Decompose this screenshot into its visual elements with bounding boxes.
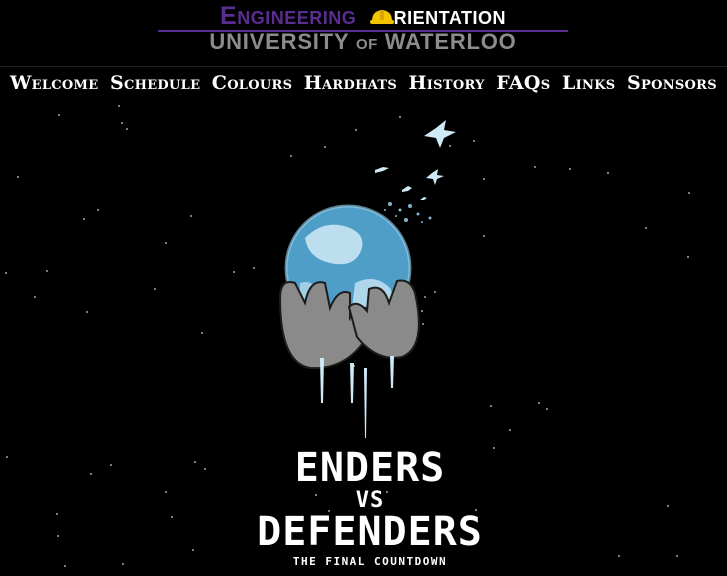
star-dot: [192, 549, 194, 551]
star-dot: [5, 272, 7, 274]
nav-links[interactable]: Links: [562, 72, 616, 94]
nav-history[interactable]: History: [409, 72, 485, 94]
star-dot: [569, 168, 571, 170]
star-dot: [121, 122, 123, 124]
event-title: ENDERS VS DEFENDERS THE FINAL COUNTDOWN: [240, 448, 500, 573]
star-dot: [56, 513, 58, 515]
star-dot: [6, 456, 8, 458]
star-dot: [64, 565, 66, 567]
star-dot: [57, 535, 59, 537]
star-dot: [154, 288, 156, 290]
star-dot: [483, 235, 485, 237]
star-dot: [58, 114, 60, 116]
logo-engineering-text: Engineering: [220, 2, 357, 30]
star-dot: [490, 405, 492, 407]
star-dot: [233, 271, 235, 273]
star-dot: [83, 218, 85, 220]
star-dot: [118, 105, 120, 107]
star-dot: [171, 516, 173, 518]
nav-hardhats[interactable]: Hardhats: [304, 72, 397, 94]
star-dot: [126, 128, 128, 130]
nav-welcome[interactable]: Welcome: [10, 72, 98, 94]
star-dot: [538, 402, 540, 404]
logo-engineering-orientation[interactable]: Engineering rientation: [158, 2, 568, 30]
logo-waterloo-text: WATERLOO: [384, 29, 517, 54]
logo-university-of-waterloo: UNIVERSITY OF WATERLOO: [158, 29, 568, 54]
star-dot: [607, 172, 609, 174]
star-dot: [201, 332, 203, 334]
star-dot: [618, 555, 620, 557]
hardhat-icon: [369, 4, 394, 24]
star-dot: [534, 166, 536, 168]
site-header: Engineering rientation UNIVERSITY OF WAT…: [0, 0, 727, 60]
dove-icon: [375, 120, 456, 200]
nav-schedule[interactable]: Schedule: [110, 72, 200, 94]
star-dot: [122, 563, 124, 565]
logo-of-text: OF: [355, 36, 378, 53]
star-dot: [253, 267, 255, 269]
star-dot: [34, 296, 36, 298]
event-subtitle: THE FINAL COUNTDOWN: [292, 555, 448, 568]
star-dot: [165, 491, 167, 493]
star-dot: [645, 227, 647, 229]
nav-colours[interactable]: Colours: [212, 72, 293, 94]
star-dot: [190, 215, 192, 217]
star-dot: [165, 242, 167, 244]
hero-image: [260, 118, 480, 448]
nav-faqs[interactable]: FAQs: [496, 72, 550, 94]
star-dot: [546, 408, 548, 410]
main-nav: Welcome Schedule Colours Hardhats Histor…: [0, 66, 727, 98]
title-line3: DEFENDERS: [257, 509, 483, 555]
star-dot: [17, 176, 19, 178]
star-dot: [688, 192, 690, 194]
star-dot: [46, 270, 48, 272]
logo-university-text: UNIVERSITY: [209, 29, 350, 54]
star-dot: [86, 311, 88, 313]
star-dot: [483, 178, 485, 180]
star-dot: [509, 429, 511, 431]
nav-sponsors[interactable]: Sponsors: [627, 72, 717, 94]
star-dot: [687, 256, 689, 258]
star-dot: [97, 209, 99, 211]
star-dot: [90, 473, 92, 475]
title-line1: ENDERS: [294, 445, 446, 491]
star-dot: [667, 505, 669, 507]
star-dot: [194, 461, 196, 463]
star-dot: [204, 468, 206, 470]
star-dot: [110, 464, 112, 466]
star-dot: [676, 555, 678, 557]
logo-orientation-text: rientation: [393, 2, 506, 30]
